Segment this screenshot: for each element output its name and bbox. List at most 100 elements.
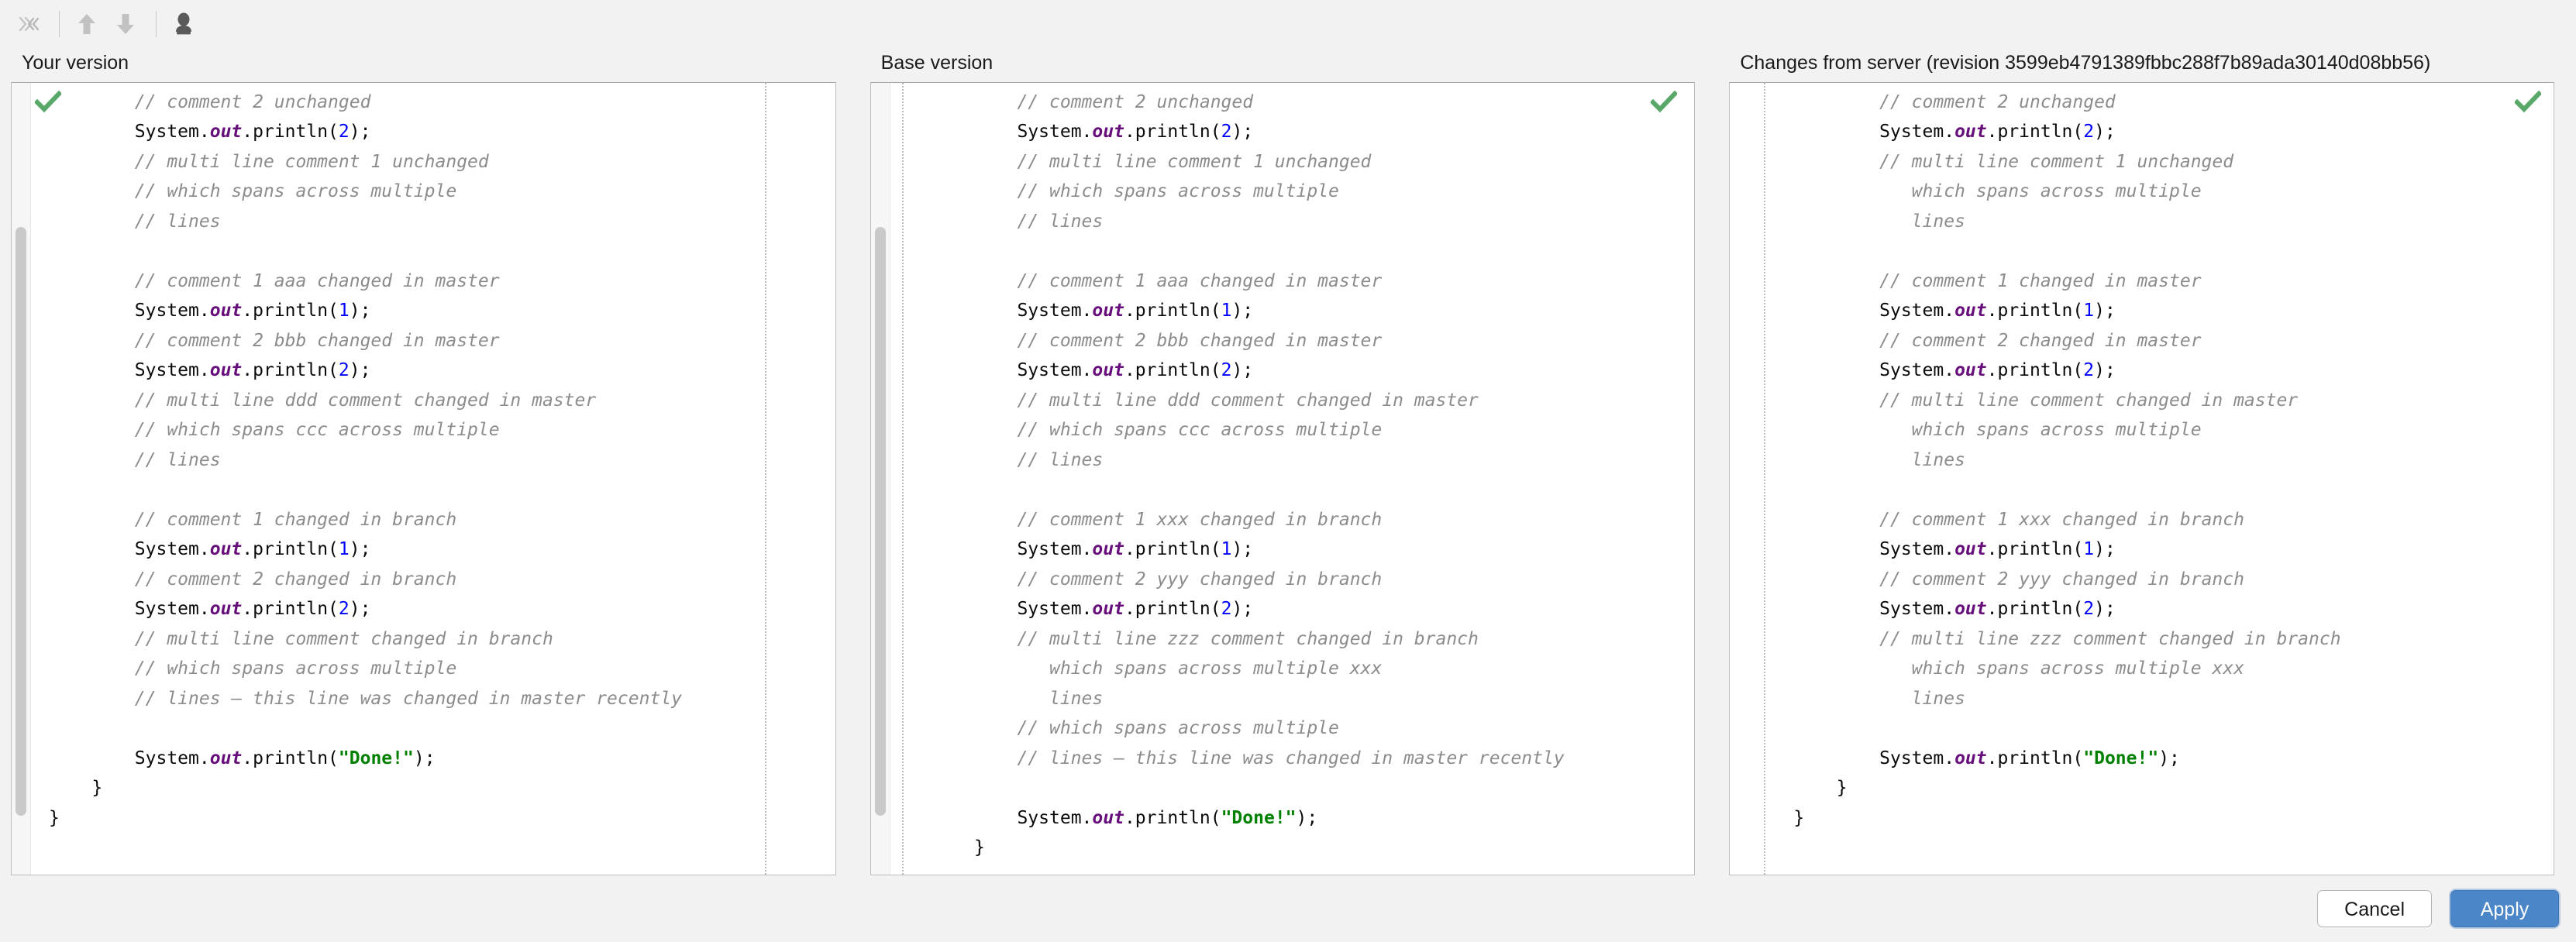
editor-changes-from-server[interactable]: // comment 2 unchanged System.out.printl…: [1729, 81, 2555, 875]
code-token: .: [1944, 599, 1955, 619]
previous-difference-button[interactable]: [69, 7, 105, 41]
code-token: // comment 2 yyy changed in branch: [931, 569, 1383, 590]
code-line: // multi line comment 1 unchanged: [932, 147, 1695, 177]
code-token: .println(: [242, 360, 339, 380]
code-line: which spans across multiple xxx: [932, 654, 1695, 684]
code-token: // lines: [931, 211, 1104, 232]
code-token: 2: [2083, 599, 2095, 619]
code-token: .: [198, 748, 210, 768]
code-line: // lines: [49, 445, 835, 476]
code-token: which spans across multiple xxx: [1793, 658, 2244, 679]
code-token: );: [2094, 599, 2116, 619]
code-token: which spans across multiple: [1793, 181, 2202, 201]
code-token: System: [1879, 360, 1944, 380]
code-token: "Done!": [2083, 748, 2159, 768]
code-token: .: [1944, 301, 1955, 321]
code-token: // multi line comment changed in master: [1793, 390, 2299, 411]
code-token: // lines: [931, 449, 1104, 470]
code-line: System.out.println(2);: [932, 356, 1695, 386]
code-line: System.out.println(2);: [49, 594, 835, 624]
editor-your-version[interactable]: // comment 2 unchanged System.out.printl…: [11, 81, 836, 875]
code-line: System.out.println(2);: [1793, 356, 2554, 386]
code-token: }: [49, 807, 60, 828]
collapse-chevrons-icon: [19, 16, 40, 32]
accepted-checkmark-icon: [33, 90, 63, 112]
code-token: // comment 2 unchanged: [49, 91, 371, 112]
code-token: 2: [338, 122, 350, 142]
accepted-checkmark-icon: [1650, 90, 1679, 112]
code-token: .: [1081, 301, 1093, 321]
code-token: // which spans across multiple: [931, 718, 1339, 738]
code-line: // comment 1 aaa changed in master: [932, 266, 1695, 297]
panel-title-your-version: Your version: [22, 52, 129, 74]
code-token: // multi line ddd comment changed in mas…: [49, 390, 597, 411]
code-token: out: [1092, 807, 1124, 828]
code-token: .: [1081, 360, 1093, 380]
code-token: .println(: [1986, 539, 2084, 559]
code-token: .println(: [242, 599, 339, 619]
code-line: // lines: [49, 207, 835, 237]
code-token: 1: [2083, 539, 2095, 559]
code-token: // comment 2 bbb changed in master: [49, 330, 500, 351]
code-token: 2: [1221, 360, 1232, 380]
code-line: ​: [1793, 475, 2554, 505]
next-difference-button[interactable]: [108, 7, 143, 41]
dialog-footer: Cancel Apply: [0, 875, 2576, 942]
code-line: ​: [49, 236, 835, 266]
code-token: lines: [931, 688, 1104, 709]
merge-conflict-resolver-window: Your version // comment 2 unchanged Syst…: [0, 0, 2576, 942]
code-token: System: [134, 599, 199, 619]
code-token: );: [1296, 807, 1318, 828]
code-token: .println(: [1124, 599, 1221, 619]
code-token: // comment 1 changed in branch: [49, 509, 457, 530]
code-line: // which spans across multiple: [932, 177, 1695, 207]
code-line: lines: [1793, 684, 2554, 714]
code-token: // comment 1 xxx changed in branch: [931, 509, 1383, 530]
code-token: 1: [1221, 539, 1232, 559]
code-token: 2: [2083, 122, 2095, 142]
magic-resolve-button[interactable]: [166, 7, 201, 41]
code-token: .println(: [242, 539, 339, 559]
code-line: ​: [1793, 713, 2554, 744]
cancel-button[interactable]: Cancel: [2317, 890, 2432, 927]
code-token: );: [1231, 539, 1254, 559]
toolbar-separator-1: [59, 11, 60, 37]
code-token: System: [1017, 599, 1082, 619]
apply-button[interactable]: Apply: [2450, 890, 2559, 927]
code-line: ​: [932, 475, 1695, 505]
toolbar-separator-2: [156, 11, 157, 37]
panel-base-version: Base version // comment 2 unchanged Syst…: [870, 48, 1696, 875]
code-token: );: [2158, 748, 2180, 768]
code-line: // lines – this line was changed in mast…: [49, 684, 835, 714]
code-token: 2: [1221, 599, 1232, 619]
code-line: // multi line comment changed in branch: [49, 624, 835, 655]
code-token: out: [209, 539, 243, 559]
code-token: System: [1017, 360, 1082, 380]
code-token: System: [1879, 599, 1944, 619]
code-token: // comment 2 changed in master: [1793, 330, 2202, 351]
code-token: out: [1954, 360, 1987, 380]
code-token: 1: [1221, 301, 1232, 321]
code-line: System.out.println(2);: [1793, 594, 2554, 624]
code-line: // which spans across multiple: [932, 713, 1695, 744]
code-token: // comment 2 bbb changed in master: [931, 330, 1383, 351]
code-token: );: [2094, 360, 2116, 380]
code-token: out: [209, 599, 243, 619]
code-token: // comment 2 changed in branch: [49, 569, 457, 590]
code-line: // comment 1 aaa changed in master: [49, 266, 835, 297]
code-line: // comment 1 changed in master: [1793, 266, 2554, 297]
code-line: // multi line comment 1 unchanged: [1793, 147, 2554, 177]
code-token: .: [1944, 360, 1955, 380]
code-line: }: [1793, 773, 2554, 803]
editor-base-version[interactable]: // comment 2 unchanged System.out.printl…: [870, 81, 1696, 875]
collapse-all-button[interactable]: [11, 7, 46, 41]
code-token: );: [2094, 539, 2116, 559]
